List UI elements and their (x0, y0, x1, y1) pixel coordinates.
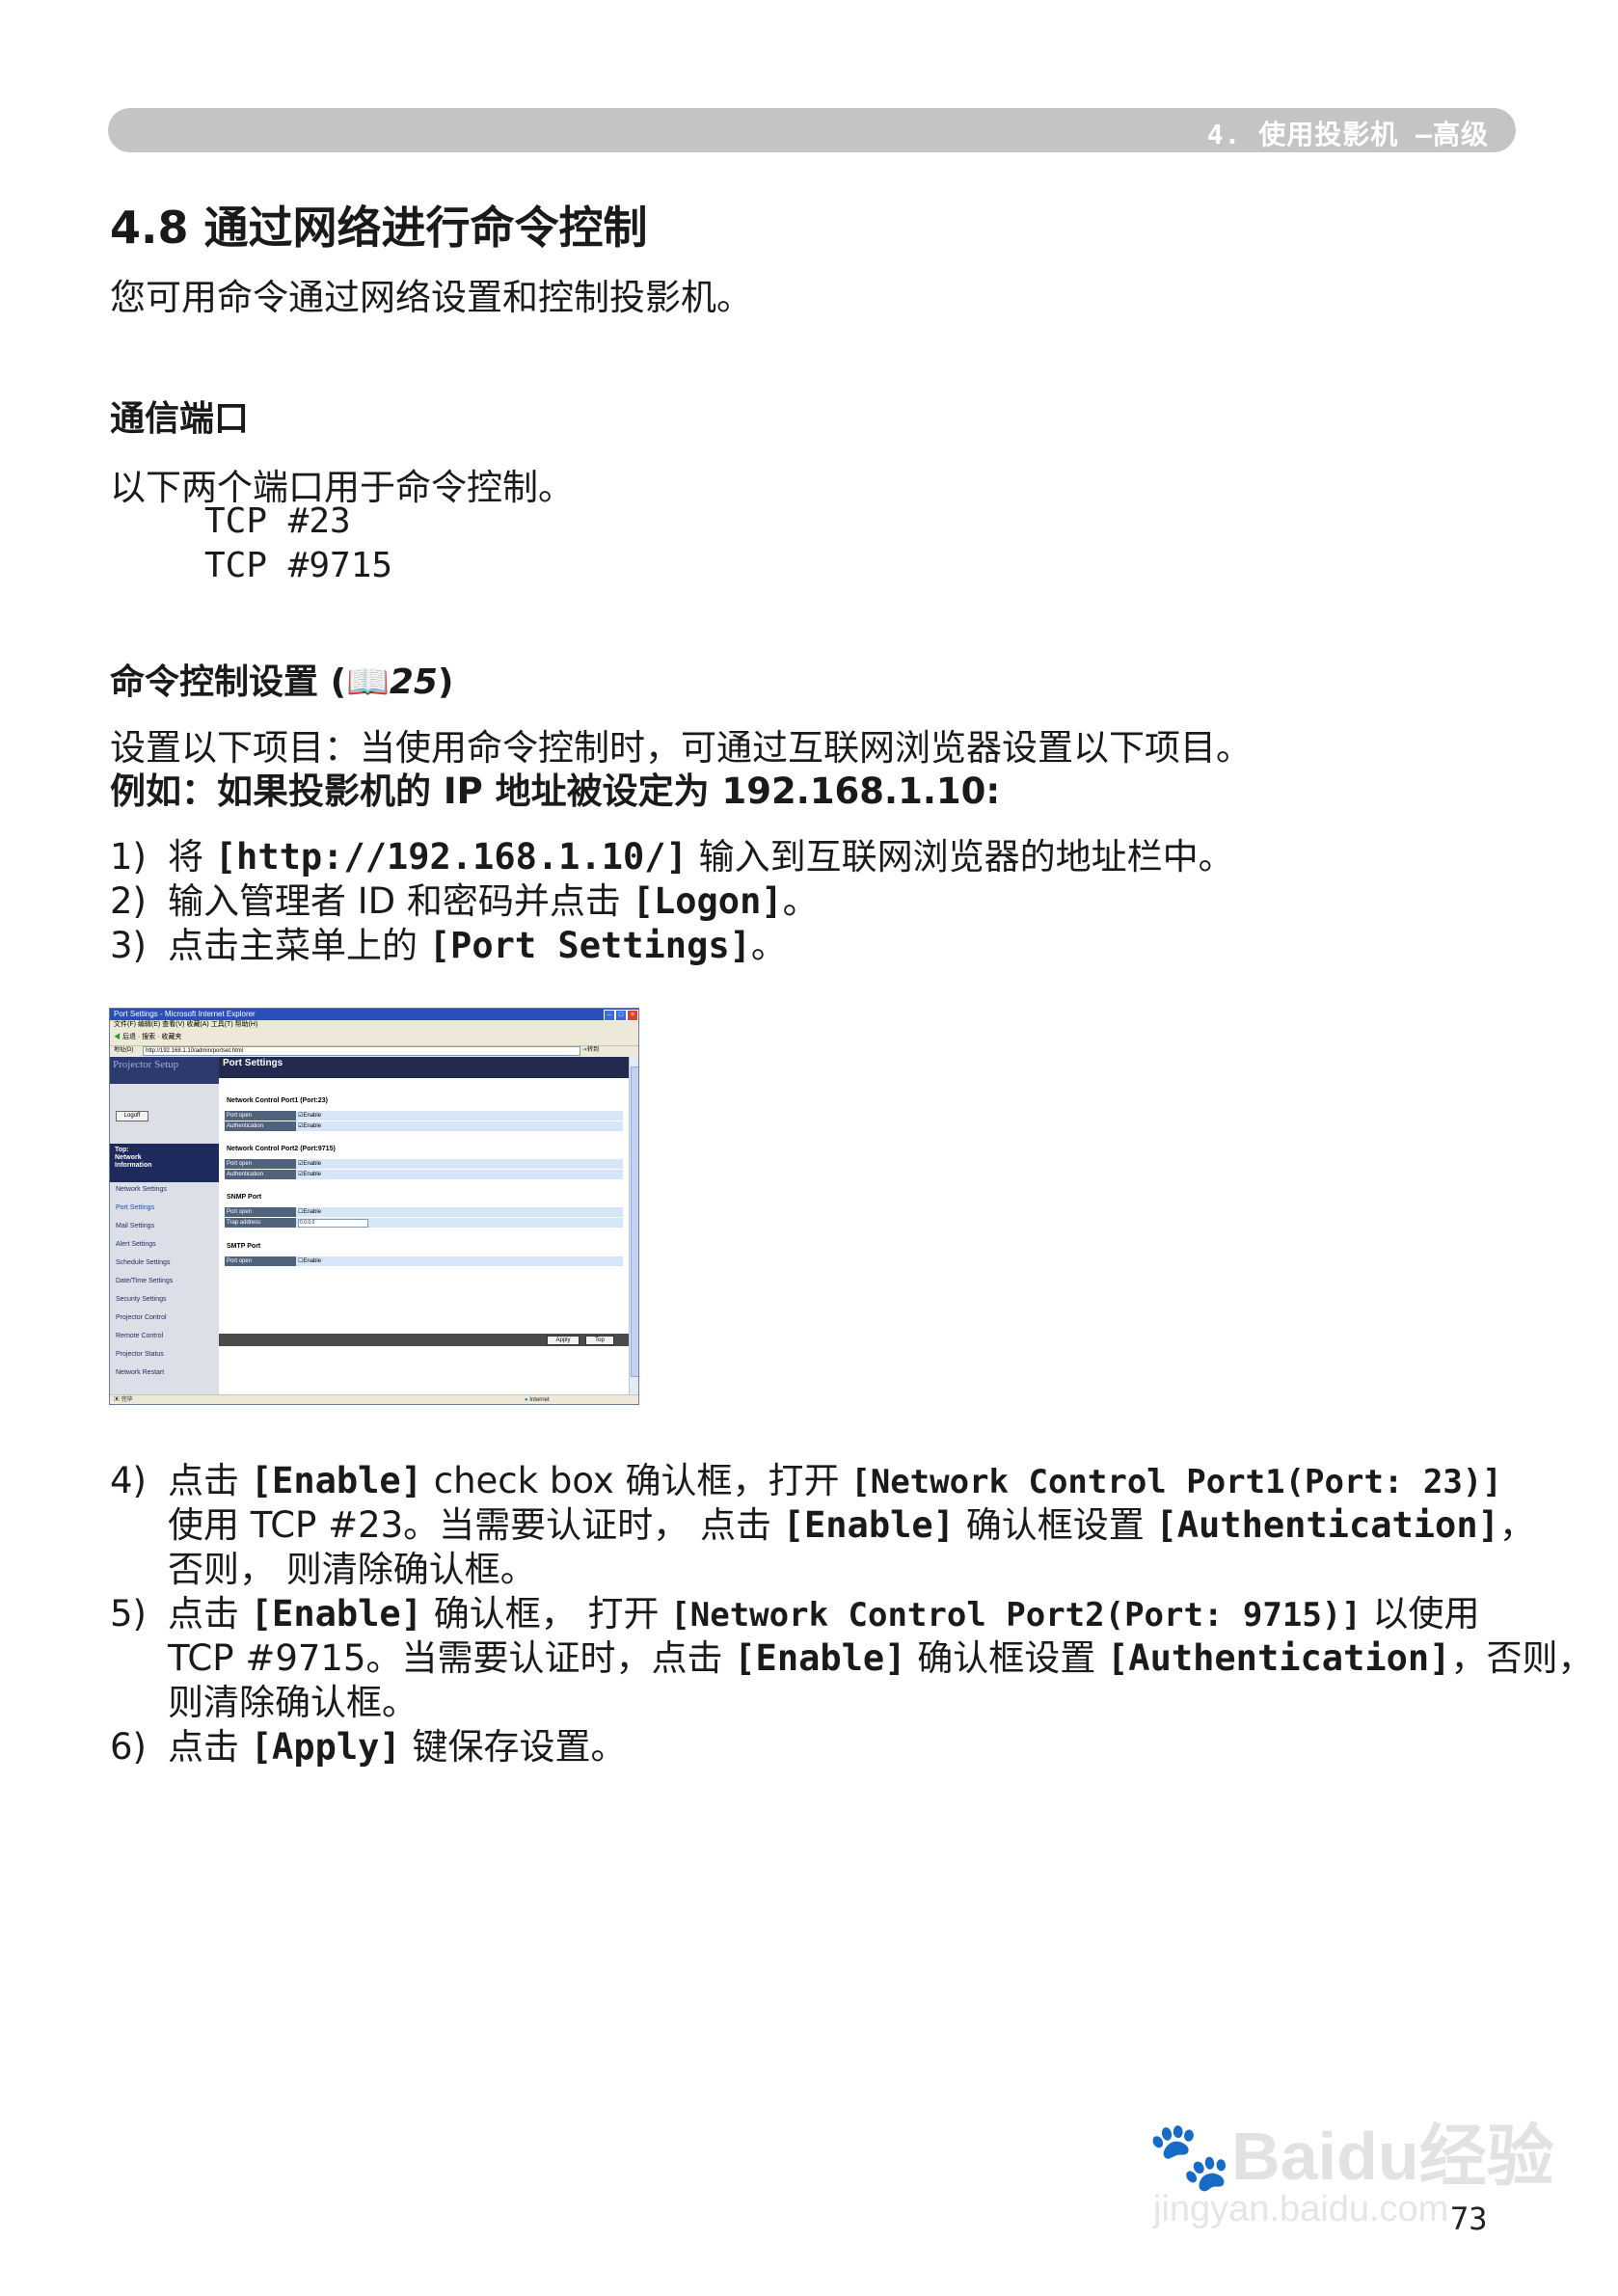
settings-heading-text: 命令控制设置 (110, 662, 319, 702)
projector-setup-logo: Projector Setup (110, 1057, 222, 1084)
port-settings-label: [Port Settings] (428, 925, 751, 966)
sidebar-top-network-info[interactable]: Top: Network Information (110, 1144, 219, 1182)
browser-content: Projector Setup Logoff Top: Network Info… (110, 1057, 629, 1394)
sidebar-item-network-restart[interactable]: Network Restart (116, 1369, 164, 1376)
browser-toolbar[interactable]: ◀ 后退 · 搜索 · 收藏夹 (110, 1030, 638, 1046)
scrollbar[interactable] (629, 1057, 638, 1394)
settings-ref[interactable]: (📖25) (331, 662, 454, 702)
snmp-title: SNMP Port (227, 1194, 262, 1201)
smtp-open-row: Port open ☐Enable (225, 1256, 623, 1266)
step-3: 3) 点击主菜单上的 [Port Settings]。 (110, 925, 787, 966)
step-6-line-1: 6) 点击 [Apply] 键保存设置。 (110, 1726, 627, 1768)
baidu-watermark: 🐾Baidu经验 (1147, 2119, 1554, 2194)
page-icon: ▣ (114, 1397, 121, 1403)
browser-screenshot: Port Settings - Microsoft Internet Explo… (109, 1008, 639, 1405)
logoff-button[interactable]: Logoff (116, 1111, 148, 1121)
section-title: 4.8 通过网络进行命令控制 (110, 202, 648, 254)
port2-auth-checkbox[interactable]: ☑Enable (298, 1170, 321, 1179)
port-2: TCP #9715 (204, 546, 393, 585)
chapter-label: 4. 使用投影机 —高级 (1206, 119, 1489, 150)
chapter-header-bar: 4. 使用投影机 —高级 (108, 108, 1516, 152)
sidebar-item-schedule-settings[interactable]: Schedule Settings (116, 1259, 170, 1266)
port1-auth-row: Authentication ☑Enable (225, 1121, 623, 1131)
status-bar: ▣ 完毕 ● Internet (110, 1394, 638, 1404)
example-line: 例如：如果投影机的 IP 地址被设定为 192.168.1.10: (110, 770, 1001, 812)
sidebar-item-mail-settings[interactable]: Mail Settings (116, 1223, 154, 1229)
port1-auth-checkbox[interactable]: ☑Enable (298, 1121, 321, 1131)
port1-open-checkbox[interactable]: ☑Enable (298, 1111, 321, 1121)
snmp-open-checkbox[interactable]: ☐Enable (298, 1207, 321, 1217)
port-1: TCP #23 (204, 501, 351, 541)
settings-heading: 命令控制设置 (📖25) (110, 654, 453, 704)
sidebar-item-date-time-settings[interactable]: Date/Time Settings (116, 1278, 173, 1284)
paw-icon: 🐾 (1147, 2119, 1232, 2194)
sidebar-item-alert-settings[interactable]: Alert Settings (116, 1241, 156, 1248)
snmp-trap-row: Trap address 0.0.0.0 (225, 1218, 623, 1228)
sidebar-item-projector-control[interactable]: Projector Control (116, 1314, 167, 1321)
port2-auth-row: Authentication ☑Enable (225, 1170, 623, 1179)
go-button[interactable]: ➔转到 (582, 1045, 599, 1056)
apply-button[interactable]: Apply (547, 1336, 580, 1345)
top-button[interactable]: Top (585, 1336, 614, 1345)
port1-title: Network Control Port1 (Port:23) (227, 1097, 329, 1104)
sidebar-item-projector-status[interactable]: Projector Status (116, 1351, 164, 1358)
browser-menu[interactable]: 文件(F) 编辑(E) 查看(V) 收藏(A) 工具(T) 帮助(H) (110, 1020, 638, 1030)
port2-title: Network Control Port2 (Port:9715) (227, 1146, 336, 1152)
ref-page: 25 (389, 662, 438, 702)
browser-title: Port Settings - Microsoft Internet Explo… (110, 1009, 638, 1020)
snmp-open-row: Port open ☐Enable (225, 1207, 623, 1217)
port1-open-row: Port open ☑Enable (225, 1111, 623, 1121)
address-input[interactable]: http://192.168.1.10/admin/portset.html (143, 1046, 580, 1056)
port2-open-checkbox[interactable]: ☑Enable (298, 1159, 321, 1169)
ports-heading: 通信端口 (110, 399, 250, 439)
smtp-title: SMTP Port (227, 1243, 261, 1250)
book-icon: 📖 (346, 662, 390, 702)
sidebar-item-port-settings[interactable]: Port Settings (116, 1204, 154, 1211)
address-bar: 地址(D) http://192.168.1.10/admin/portset.… (114, 1045, 600, 1056)
smtp-open-checkbox[interactable]: ☐Enable (298, 1256, 321, 1266)
sidebar-item-remote-control[interactable]: Remote Control (116, 1333, 163, 1339)
intro-text: 您可用命令通过网络设置和控制投影机。 (110, 277, 752, 318)
internet-zone: ● Internet (525, 1397, 550, 1403)
sidebar: Projector Setup Logoff Top: Network Info… (110, 1057, 222, 1394)
port2-open-row: Port open ☑Enable (225, 1159, 623, 1169)
globe-icon: ● (525, 1397, 528, 1403)
scrollbar-thumb[interactable] (631, 1067, 638, 1377)
button-bar: Apply Top (219, 1334, 629, 1346)
sidebar-item-network-settings[interactable]: Network Settings (116, 1186, 167, 1193)
page-number: 73 (1450, 2201, 1488, 2237)
trap-address-input[interactable]: 0.0.0.0 (298, 1219, 368, 1228)
back-icon[interactable]: ◀ (114, 1034, 121, 1040)
watermark-site: jingyan.baidu.com (1153, 2189, 1449, 2229)
panel-title: Port Settings (219, 1057, 629, 1078)
sidebar-item-security-settings[interactable]: Security Settings (116, 1296, 167, 1303)
port-settings-panel: Port Settings Network Control Port1 (Por… (219, 1057, 629, 1394)
